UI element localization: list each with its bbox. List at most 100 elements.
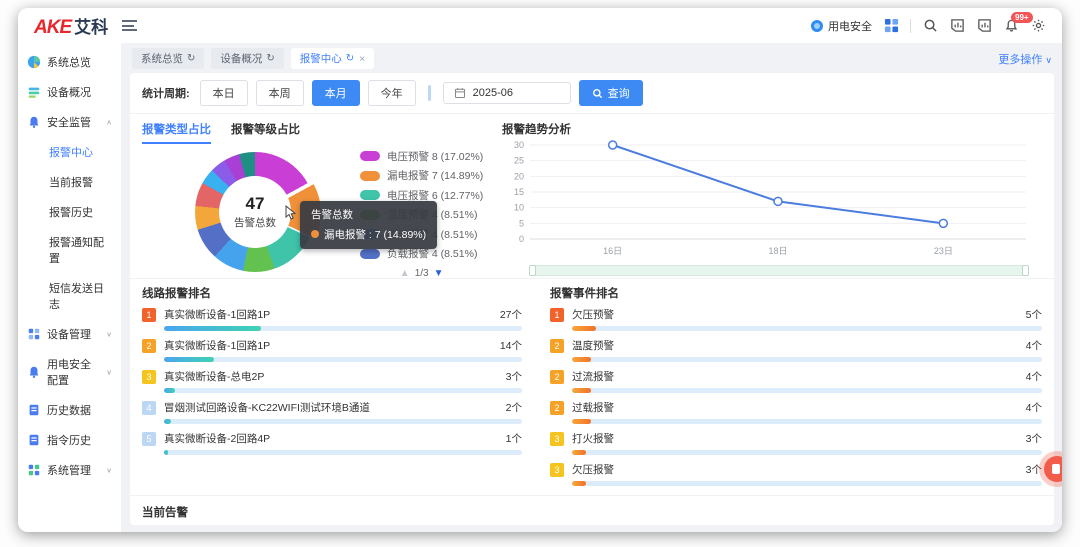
legend-item-0[interactable]: 电压预警 8 (17.02%) <box>360 149 483 164</box>
rank-badge: 2 <box>550 339 564 353</box>
month-picker[interactable]: 2025-06 <box>443 82 571 104</box>
rank-item-count: 4个 <box>1026 338 1042 353</box>
donut-tooltip: 告警总数 漏电报警 : 7 (14.89%) <box>300 201 437 249</box>
tab-label: 报警中心 <box>300 51 342 66</box>
donut-center-label: 告警总数 <box>234 215 276 230</box>
rank-item-label: 真实微断设备-1回路1P <box>164 338 270 353</box>
top-header: AKE 艾科 用电安全 99+ <box>18 8 1062 43</box>
close-icon[interactable]: × <box>359 53 365 65</box>
brand-logo-cn: 艾科 <box>74 13 108 38</box>
period-button-3[interactable]: 今年 <box>368 80 416 106</box>
layers-icon <box>27 85 41 99</box>
sidebar-item-9[interactable]: 用电安全配置∨ <box>18 349 121 395</box>
rank-bar-fill <box>164 326 261 331</box>
rank-badge: 2 <box>142 339 156 353</box>
sidebar-item-2[interactable]: 安全监管∧ <box>18 107 121 137</box>
donut-center-value: 47 <box>246 194 265 214</box>
sidebar-item-12[interactable]: 系统管理∨ <box>18 455 121 485</box>
legend-page-up-icon[interactable]: ▲ <box>400 268 410 279</box>
rank-badge: 3 <box>550 432 564 446</box>
report-chart-icon-2[interactable] <box>976 18 992 34</box>
chart-datazoom-slider[interactable] <box>530 265 1028 276</box>
chevron-down-icon: ∨ <box>106 466 112 474</box>
rank-item-count: 27个 <box>500 307 522 322</box>
tab-alarm-type-ratio[interactable]: 报警类型占比 <box>142 121 211 144</box>
line-rank-item-3: 3真实微断设备-总电2P3个 <box>142 369 522 393</box>
sidebar-item-5[interactable]: 报警历史 <box>18 197 121 227</box>
line-rank-item-2: 2 真实微断设备-1回路1P 14个 <box>142 338 522 362</box>
sidebar-item-7[interactable]: 短信发送日志 <box>18 273 121 319</box>
chevron-down-icon: ∨ <box>1045 55 1052 65</box>
sidebar-item-label: 报警通知配置 <box>49 237 104 265</box>
sidebar-item-8[interactable]: 设备管理∨ <box>18 319 121 349</box>
refresh-icon[interactable]: ↻ <box>187 53 195 64</box>
donut-center: 47 告警总数 <box>219 176 291 248</box>
sidebar-item-11[interactable]: 指令历史 <box>18 425 121 455</box>
sidebar-item-label: 历史数据 <box>47 402 91 418</box>
menu-collapse-icon[interactable] <box>122 20 137 31</box>
line-alarm-ranking-panel: 线路报警排名 1真实微断设备-1回路1P27个2真实微断设备-1回路1P14个3… <box>142 285 538 493</box>
sidebar-item-4[interactable]: 当前报警 <box>18 167 121 197</box>
donut-chart-area: 47 告警总数 告警总数 漏电报警 <box>142 144 490 279</box>
sidebar-item-label: 短信发送日志 <box>49 283 104 311</box>
svg-text:18日: 18日 <box>768 246 787 256</box>
page-tab-0[interactable]: 系统总览↻ <box>132 48 204 69</box>
rank-badge: 5 <box>142 432 156 446</box>
sidebar-item-6[interactable]: 报警通知配置 <box>18 227 121 273</box>
legend-item-1[interactable]: 漏电报警 7 (14.89%) <box>360 168 483 183</box>
alarm-type-panel: 报警类型占比 报警等级占比 47 告警总数 <box>142 121 490 276</box>
apps-grid-icon[interactable] <box>883 18 899 34</box>
rank-item-main: 1欠压预警5个 <box>550 307 1042 322</box>
more-actions-link[interactable]: 更多操作 ∨ <box>998 51 1052 67</box>
bell-icon <box>27 365 41 379</box>
rank-item-count: 14个 <box>500 338 522 353</box>
refresh-icon[interactable]: ↻ <box>266 53 274 64</box>
workspace-label: 用电安全 <box>828 18 872 34</box>
tooltip-series-dot <box>311 230 319 238</box>
rank-item-main: 4冒烟测试回路设备-KC22WIFI测试环境B通道2个 <box>142 400 522 415</box>
search-button-icon <box>592 88 603 99</box>
legend-page-down-icon[interactable]: ▼ <box>434 268 444 279</box>
refresh-icon[interactable]: ↻ <box>346 53 354 64</box>
rank-item-main: 2过流报警4个 <box>550 369 1042 384</box>
rankings-row: 线路报警排名 1真实微断设备-1回路1P27个2真实微断设备-1回路1P14个3… <box>130 279 1054 496</box>
grid-icon <box>27 327 41 341</box>
sidebar-item-1[interactable]: 设备概况 <box>18 77 121 107</box>
sidebar-item-10[interactable]: 历史数据 <box>18 395 121 425</box>
sidebar-item-0[interactable]: 系统总览 <box>18 47 121 77</box>
rank-item-count: 4个 <box>1026 369 1042 384</box>
alarm-type-donut-chart[interactable]: 47 告警总数 告警总数 漏电报警 <box>188 145 322 279</box>
rank-item-label: 真实微断设备-总电2P <box>164 369 264 384</box>
current-alerts-title: 当前告警 <box>142 504 1042 520</box>
svg-text:16日: 16日 <box>603 246 622 256</box>
workspace-icon <box>811 20 823 32</box>
rank-item-main: 3真实微断设备-总电2P3个 <box>142 369 522 384</box>
tab-label: 设备概况 <box>220 51 262 66</box>
rank-item-count: 1个 <box>506 431 522 446</box>
search-icon[interactable] <box>922 18 938 34</box>
notifications-bell-icon[interactable]: 99+ <box>1003 18 1019 34</box>
svg-text:0: 0 <box>519 234 524 244</box>
settings-gear-icon[interactable] <box>1030 18 1046 34</box>
tab-alarm-level-ratio[interactable]: 报警等级占比 <box>231 121 300 144</box>
report-chart-icon-1[interactable] <box>949 18 965 34</box>
more-actions-label: 更多操作 <box>998 54 1042 66</box>
rank-item-main: 1真实微断设备-1回路1P27个 <box>142 307 522 322</box>
event-rank-item-2: 2温度预警4个 <box>550 338 1042 362</box>
event-rank-item-1: 1欠压预警5个 <box>550 307 1042 331</box>
app-window: AKE 艾科 用电安全 99+ <box>18 8 1062 532</box>
sidebar-item-3[interactable]: 报警中心 <box>18 137 121 167</box>
page-tab-1[interactable]: 设备概况 ↻ <box>211 48 283 69</box>
rank-badge: 4 <box>142 401 156 415</box>
rank-item-label: 打火报警 <box>572 431 614 446</box>
rank-bar-fill <box>572 419 591 424</box>
period-button-2[interactable]: 本月 <box>312 80 360 106</box>
rank-item-main: 3打火报警3个 <box>550 431 1042 446</box>
page-tab-2[interactable]: 报警中心 ↻ × <box>291 48 375 69</box>
workspace-switcher[interactable]: 用电安全 <box>811 18 872 34</box>
main-area: 系统总览↻设备概况↻报警中心↻× 更多操作 ∨ 统计周期: 本日本周本月今年 2… <box>121 43 1062 532</box>
period-button-1[interactable]: 本周 <box>256 80 304 106</box>
event-rank-item-4: 2过载报警4个 <box>550 400 1042 424</box>
period-button-0[interactable]: 本日 <box>200 80 248 106</box>
search-button[interactable]: 查询 <box>579 80 643 106</box>
